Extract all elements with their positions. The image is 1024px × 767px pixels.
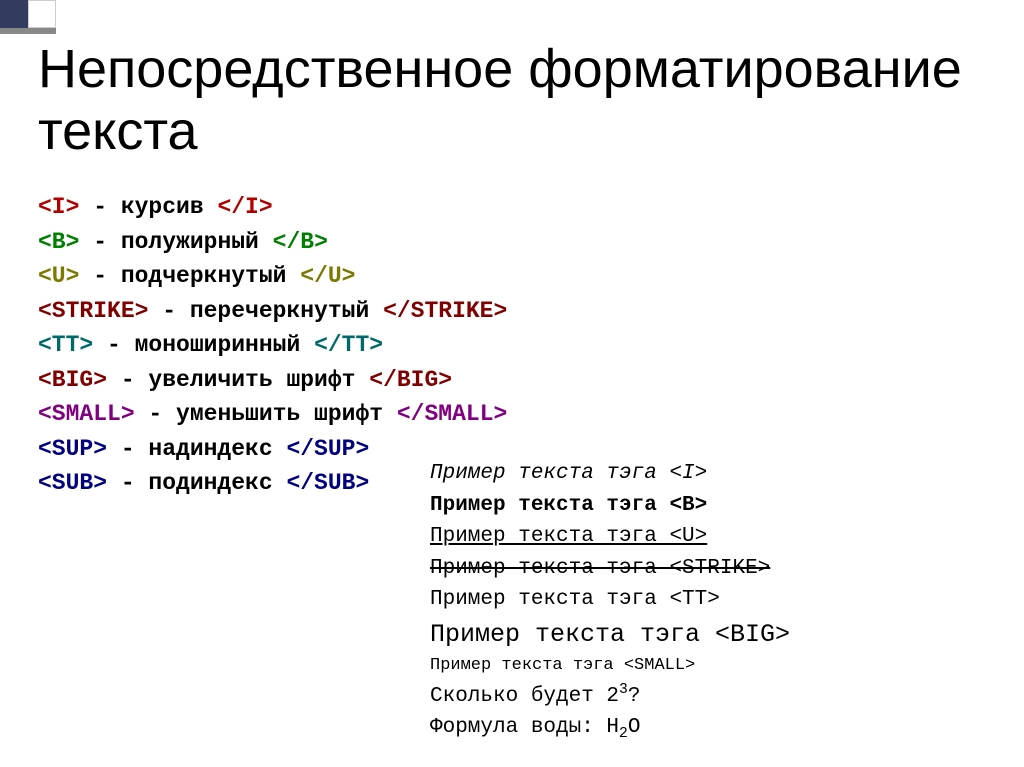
example-b: Пример текста тэга <B>: [430, 490, 790, 522]
slide-title: Непосредственное форматирование текста: [38, 38, 1024, 162]
slide-accent-box-2: [28, 0, 56, 28]
example-strike: Пример текста тэга <STRIKE>: [430, 553, 790, 585]
tag-close: </BIG>: [369, 367, 452, 393]
tag-row-tt: <TT> - моноширинный </TT>: [38, 328, 507, 363]
tag-close: </SUB>: [286, 470, 369, 496]
tag-open: <I>: [38, 194, 79, 220]
tag-desc: - курсив: [79, 194, 217, 220]
example-sup: Сколько будет 23?: [430, 679, 790, 713]
tag-desc: - подиндекс: [107, 470, 286, 496]
tag-close: </STRIKE>: [383, 298, 507, 324]
tag-row-strike: <STRIKE> - перечеркнутый </STRIKE>: [38, 294, 507, 329]
tag-close: </SUP>: [286, 436, 369, 462]
tag-close: </I>: [217, 194, 272, 220]
example-sub: Формула воды: H2O: [430, 712, 790, 745]
tag-desc: - надиндекс: [107, 436, 286, 462]
tag-close: </SMALL>: [397, 401, 507, 427]
tag-close: </B>: [273, 229, 328, 255]
tag-open: <BIG>: [38, 367, 107, 393]
tag-close: </U>: [300, 263, 355, 289]
slide-accent-line: [0, 28, 56, 34]
examples-block: Пример текста тэга <I> Пример текста тэг…: [430, 458, 790, 745]
tag-open: <STRIKE>: [38, 298, 148, 324]
example-tt: Пример текста тэга <TT>: [430, 584, 790, 616]
tag-list: <I> - курсив </I> <B> - полужирный </B> …: [38, 190, 507, 501]
tag-open: <SUP>: [38, 436, 107, 462]
tag-open: <U>: [38, 263, 79, 289]
tag-desc: - подчеркнутый: [79, 263, 300, 289]
tag-row-big: <BIG> - увеличить шрифт </BIG>: [38, 363, 507, 398]
example-big: Пример текста тэга <BIG>: [430, 616, 790, 654]
example-u: Пример текста тэга <U>: [430, 521, 790, 553]
tag-open: <B>: [38, 229, 79, 255]
slide-accent-box: [0, 0, 28, 28]
tag-desc: - полужирный: [79, 229, 272, 255]
tag-row-i: <I> - курсив </I>: [38, 190, 507, 225]
tag-desc: - перечеркнутый: [148, 298, 383, 324]
tag-row-small: <SMALL> - уменьшить шрифт </SMALL>: [38, 397, 507, 432]
example-small: Пример текста тэга <SMALL>: [430, 653, 790, 679]
tag-close: </TT>: [314, 332, 383, 358]
tag-open: <SMALL>: [38, 401, 135, 427]
tag-open: <TT>: [38, 332, 93, 358]
example-i: Пример текста тэга <I>: [430, 458, 790, 490]
tag-row-b: <B> - полужирный </B>: [38, 225, 507, 260]
tag-open: <SUB>: [38, 470, 107, 496]
tag-desc: - уменьшить шрифт: [135, 401, 397, 427]
tag-desc: - моноширинный: [93, 332, 314, 358]
tag-desc: - увеличить шрифт: [107, 367, 369, 393]
tag-row-u: <U> - подчеркнутый </U>: [38, 259, 507, 294]
